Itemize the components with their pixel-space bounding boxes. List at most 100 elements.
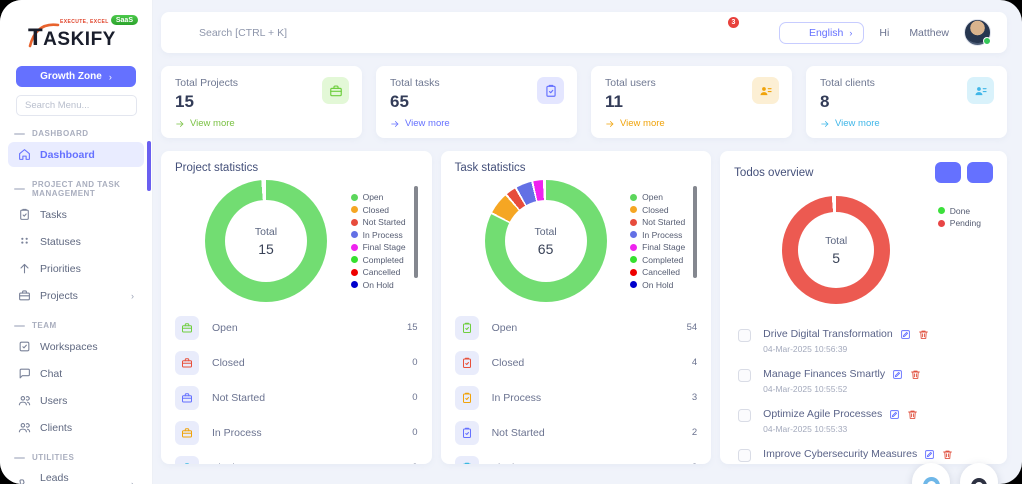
view-more-label: View more — [835, 118, 880, 129]
legend-swatch — [630, 256, 638, 264]
status-row-final-stage: Final Stage 2 — [454, 450, 697, 464]
status-row-not-started: Not Started 2 — [454, 415, 697, 450]
todo-checkbox[interactable] — [738, 449, 752, 462]
status-row-open: Open 15 — [175, 310, 418, 345]
chart-legend: Open Closed Not Started In Process Final Sta… — [630, 190, 685, 293]
legend-item-not-started[interactable]: Not Started — [630, 217, 685, 227]
status-value: 3 — [691, 392, 698, 403]
briefcase-icon — [181, 322, 193, 334]
language-label: English — [808, 26, 844, 39]
legend-item-on-hold[interactable]: On Hold — [350, 280, 406, 290]
trash-icon[interactable] — [942, 449, 953, 460]
workspace-button[interactable]: Growth Zone › — [16, 66, 136, 87]
todo-title-row: Optimize Agile Processes — [763, 408, 918, 420]
todo-list-button[interactable] — [966, 162, 993, 183]
status-row-closed: Closed 4 — [454, 345, 697, 380]
legend-label: Completed — [642, 254, 684, 265]
view-more-link[interactable]: View more — [390, 118, 563, 129]
edit-icon[interactable] — [900, 329, 911, 340]
legend-item-closed[interactable]: Closed — [630, 205, 685, 215]
stat-card-total-clients: Total clients 8 View more — [806, 66, 1007, 138]
add-todo-button[interactable] — [934, 162, 961, 183]
sidebar-item-label: Users — [40, 394, 68, 407]
legend-item-in-process[interactable]: In Process — [350, 230, 406, 240]
project-statistics-card: Project statistics Total 15 Open Closed No… — [161, 151, 432, 464]
section-dash — [14, 132, 25, 135]
status-label: Closed — [491, 356, 525, 369]
legend-item-cancelled[interactable]: Cancelled — [350, 267, 406, 277]
legend-item-final-stage[interactable]: Final Stage — [350, 242, 406, 252]
todo-checkbox[interactable] — [738, 329, 752, 342]
notifications-button[interactable]: 3 — [717, 17, 739, 43]
sidebar-item-projects[interactable]: Projects › — [8, 283, 144, 308]
legend-item-open[interactable]: Open — [350, 192, 406, 202]
sidebar-item-tasks[interactable]: Tasks — [8, 202, 144, 227]
globe-icon — [791, 27, 803, 39]
check-square-icon — [18, 340, 31, 353]
view-more-link[interactable]: View more — [605, 118, 778, 129]
sidebar-item-users[interactable]: Users — [8, 388, 144, 413]
home-icon — [18, 148, 31, 161]
sidebar-item-label: Leads Management — [40, 472, 69, 484]
announcements-button[interactable] — [748, 22, 764, 43]
sidebar-item-clients[interactable]: Clients — [8, 415, 144, 440]
legend-item-closed[interactable]: Closed — [350, 205, 406, 215]
legend-item-open[interactable]: Open — [630, 192, 685, 202]
legend-item-final-stage[interactable]: Final Stage — [630, 242, 685, 252]
support-chat-button[interactable] — [912, 463, 950, 484]
view-more-link[interactable]: View more — [820, 118, 993, 129]
sidebar-item-leads-management[interactable]: Leads Management › — [8, 466, 144, 484]
global-search-input[interactable] — [199, 26, 702, 39]
todo-checkbox[interactable] — [738, 369, 752, 382]
edit-icon[interactable] — [889, 409, 900, 420]
task-status-list: Open54Closed4In Process3Not Started2Fina… — [454, 310, 698, 464]
legend-item-in-process[interactable]: In Process — [630, 230, 685, 240]
sidebar-item-dashboard[interactable]: Dashboard — [8, 142, 144, 167]
todo-title-row: Manage Finances Smartly — [763, 368, 921, 380]
legend-item-on-hold[interactable]: On Hold — [630, 280, 685, 290]
legend-item-cancelled[interactable]: Cancelled — [630, 267, 685, 277]
sidebar-search-input[interactable] — [16, 95, 137, 116]
trash-icon[interactable] — [907, 409, 918, 420]
todo-checkbox[interactable] — [738, 409, 752, 422]
todo-body: Manage Finances Smartly 04-Mar-2025 10:55… — [763, 368, 921, 394]
todo-list: Drive Digital Transformation 04-Mar-2025 … — [734, 321, 993, 464]
legend-label: Final Stage — [642, 242, 686, 253]
nav-section-label: PROJECT AND TASK MANAGEMENT — [14, 180, 138, 198]
legend-item-pending[interactable]: Pending — [937, 218, 981, 228]
legend-scrollbar[interactable] — [413, 186, 418, 278]
taskify-logo[interactable]: TASKIFY EXECUTE, EXCEL SaaS — [18, 15, 138, 56]
status-label: In Process — [212, 426, 262, 439]
language-selector[interactable]: English › — [778, 21, 865, 44]
legend-item-completed[interactable]: Completed — [630, 255, 685, 265]
trash-icon[interactable] — [918, 329, 929, 340]
sidebar-item-workspaces[interactable]: Workspaces — [8, 334, 144, 359]
sidebar-item-statuses[interactable]: Statuses — [8, 229, 144, 254]
legend-scrollbar[interactable] — [693, 186, 698, 278]
legend-item-done[interactable]: Done — [937, 206, 981, 216]
sidebar-item-priorities[interactable]: Priorities — [8, 256, 144, 281]
todo-item-drive-digital-transformation: Drive Digital Transformation 04-Mar-2025 … — [734, 321, 993, 361]
status-value: 0 — [412, 392, 418, 403]
status-label: Not Started — [212, 391, 266, 404]
edit-icon[interactable] — [892, 369, 903, 380]
project-status-list: Open15Closed0Not Started0In Process0Fina… — [175, 310, 418, 464]
legend-swatch — [630, 268, 638, 276]
chevron-right-icon: › — [131, 479, 134, 484]
legend-label: Open — [642, 192, 663, 203]
sidebar-item-chat[interactable]: Chat — [8, 361, 144, 386]
arrow-right-icon — [390, 119, 400, 129]
edit-icon[interactable] — [924, 449, 935, 460]
avatar[interactable] — [964, 19, 991, 46]
view-more-link[interactable]: View more — [175, 118, 348, 129]
assistant-icon — [971, 477, 987, 484]
legend-label: On Hold — [642, 279, 674, 290]
trash-icon[interactable] — [910, 369, 921, 380]
legend-label: Not Started — [362, 217, 406, 228]
legend-item-completed[interactable]: Completed — [350, 255, 406, 265]
legend-item-not-started[interactable]: Not Started — [350, 217, 406, 228]
legend-swatch — [937, 219, 945, 227]
sidebar-scrollbar[interactable] — [147, 141, 151, 191]
legend-swatch — [350, 243, 358, 251]
assistant-button[interactable] — [960, 463, 998, 484]
